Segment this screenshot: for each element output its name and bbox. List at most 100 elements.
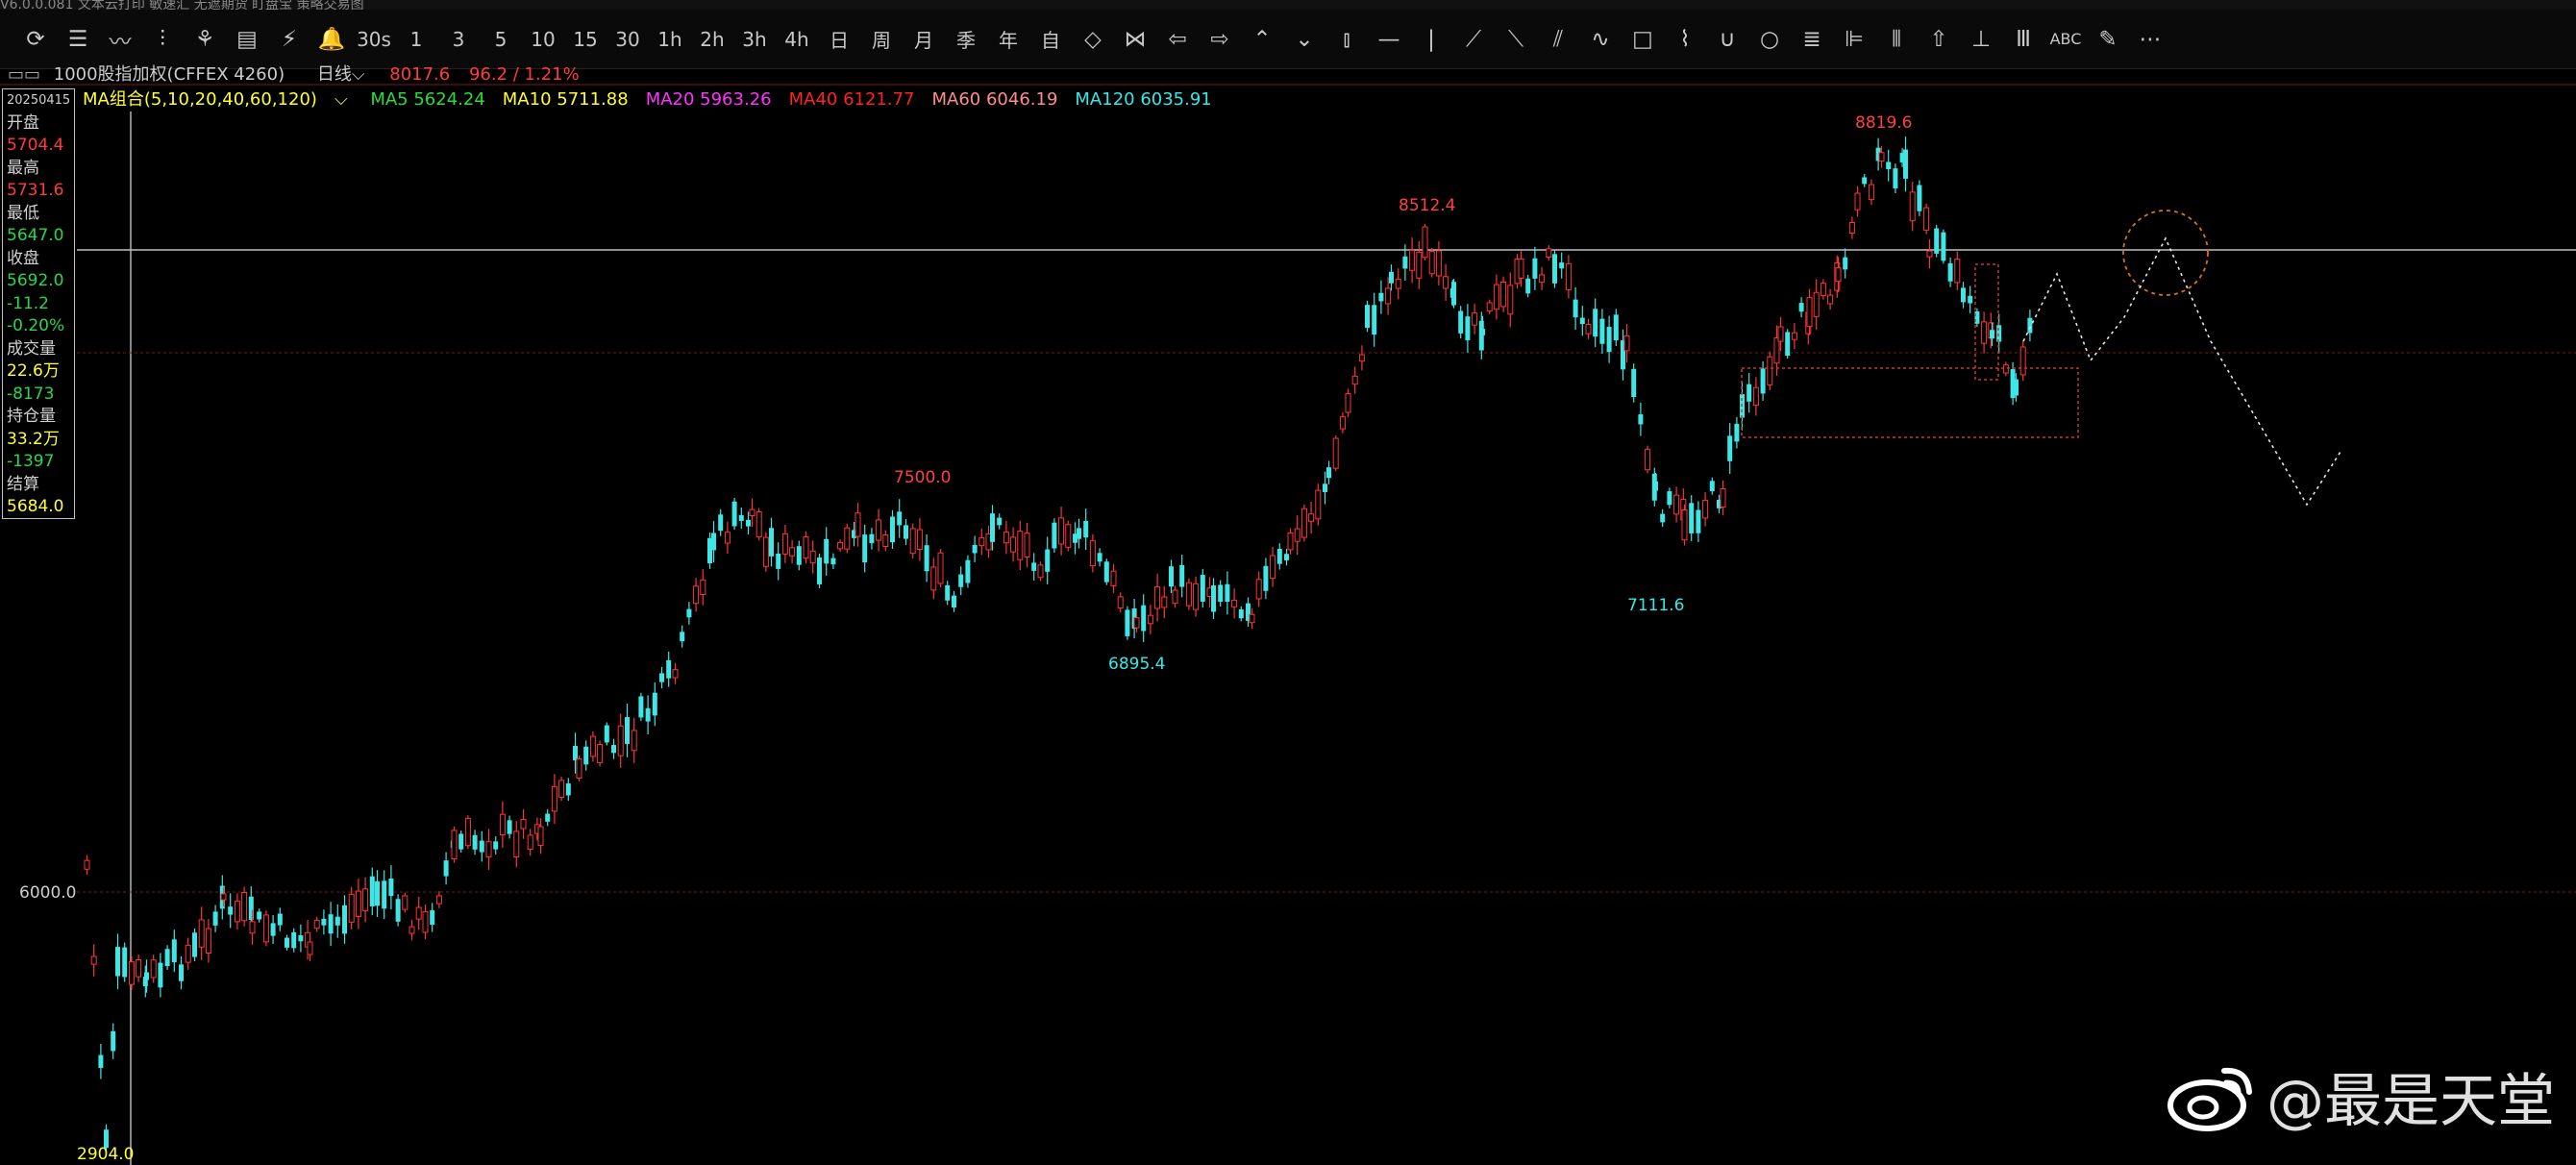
candle-body bbox=[122, 947, 128, 978]
candle-body bbox=[1416, 251, 1423, 279]
candle-body bbox=[1660, 513, 1666, 523]
candle-body bbox=[1172, 589, 1178, 605]
candle-body bbox=[1546, 248, 1552, 259]
candle-body bbox=[291, 931, 297, 949]
candle-body bbox=[1065, 524, 1072, 548]
candle-body bbox=[192, 932, 197, 957]
candle-body bbox=[1820, 283, 1826, 296]
candle-body bbox=[520, 819, 527, 830]
candle-body bbox=[809, 550, 816, 564]
candle-body bbox=[1231, 599, 1238, 607]
candle-body bbox=[1878, 152, 1885, 162]
candle-body bbox=[298, 935, 304, 942]
candle-body bbox=[576, 757, 582, 779]
candle-body bbox=[1323, 483, 1327, 492]
candle-body bbox=[631, 730, 637, 752]
candle-body bbox=[342, 905, 347, 934]
candle-body bbox=[1752, 386, 1759, 407]
candle-body bbox=[435, 895, 442, 905]
candle-body bbox=[1835, 267, 1842, 283]
candle-body bbox=[1868, 184, 1874, 201]
candle-body bbox=[1486, 302, 1493, 312]
candle-body bbox=[1507, 285, 1514, 315]
candle-body bbox=[90, 955, 97, 965]
candle-body bbox=[803, 535, 809, 559]
candle-body bbox=[1458, 310, 1464, 334]
candle-body bbox=[1200, 575, 1205, 602]
candle-body bbox=[1539, 274, 1546, 284]
candle-body bbox=[158, 962, 163, 988]
candle-body bbox=[1500, 281, 1507, 308]
candle-body bbox=[422, 910, 429, 933]
candle-body bbox=[1083, 521, 1089, 538]
candle-body bbox=[1720, 488, 1726, 508]
candle-body bbox=[1941, 232, 1946, 261]
candle-body bbox=[499, 813, 506, 835]
candle-body bbox=[395, 899, 401, 922]
candle-body bbox=[1125, 609, 1130, 636]
candle-body bbox=[924, 545, 929, 572]
candle-body bbox=[1284, 554, 1289, 560]
candle-body bbox=[1435, 250, 1442, 277]
candle-body bbox=[415, 906, 422, 920]
candle-body bbox=[321, 918, 327, 926]
candle-body bbox=[537, 826, 544, 847]
projection-path[interactable] bbox=[2022, 236, 2341, 507]
candle-body bbox=[1345, 393, 1351, 413]
candle-body bbox=[241, 892, 248, 922]
candle-body bbox=[1017, 531, 1024, 560]
candle-body bbox=[1378, 292, 1384, 302]
candle-body bbox=[1848, 221, 1855, 235]
candle-body bbox=[1308, 513, 1315, 522]
candle-body bbox=[1909, 191, 1916, 222]
candle-body bbox=[1893, 168, 1898, 188]
candle-body bbox=[680, 632, 685, 642]
candle-body bbox=[362, 888, 369, 911]
candle-body bbox=[1161, 596, 1168, 608]
candle-body bbox=[1154, 585, 1161, 609]
candle-body bbox=[666, 659, 672, 679]
candle-body bbox=[781, 533, 788, 555]
candle-body bbox=[617, 725, 624, 756]
candle-body bbox=[897, 511, 903, 526]
candle-body bbox=[645, 707, 651, 722]
candle-body bbox=[824, 538, 830, 564]
candle-body bbox=[965, 559, 971, 583]
box-drawing[interactable] bbox=[1741, 367, 2079, 438]
candle-body bbox=[844, 527, 851, 550]
candle-body bbox=[1332, 437, 1339, 469]
candle-body bbox=[659, 673, 664, 682]
candle-body bbox=[136, 959, 142, 978]
circle-drawing[interactable] bbox=[2122, 210, 2209, 296]
candle-body bbox=[1465, 316, 1471, 340]
candle-body bbox=[1443, 276, 1449, 289]
candle-body bbox=[84, 859, 90, 870]
candle-body bbox=[1923, 207, 1930, 231]
candle-body bbox=[1990, 330, 1994, 339]
candle-body bbox=[1579, 317, 1585, 325]
candles-group bbox=[84, 136, 2033, 1153]
candle-body bbox=[1117, 596, 1124, 609]
candlestick-chart[interactable]: 6000.0 7500.0 6895.4 8512.4 7111.6 8819.… bbox=[0, 0, 2576, 1165]
candle-body bbox=[589, 735, 596, 757]
candle-body bbox=[1746, 384, 1752, 402]
candle-body bbox=[1351, 375, 1358, 385]
candle-body bbox=[1854, 192, 1861, 211]
candle-body bbox=[1613, 314, 1619, 341]
candle-body bbox=[1037, 564, 1044, 579]
candle-body bbox=[382, 880, 387, 909]
candle-body bbox=[458, 833, 464, 850]
candle-body bbox=[1315, 489, 1322, 520]
candle-body bbox=[1926, 250, 1933, 258]
candle-body bbox=[1133, 617, 1140, 629]
candle-body bbox=[1702, 500, 1709, 519]
candle-body bbox=[313, 920, 320, 930]
candle-body bbox=[1696, 509, 1701, 533]
candle-body bbox=[1402, 256, 1408, 269]
candle-body bbox=[1110, 570, 1117, 586]
candle-body bbox=[558, 780, 565, 798]
watermark-text: @最是天堂 bbox=[2266, 1068, 2555, 1135]
candle-body bbox=[1141, 605, 1147, 632]
candle-body bbox=[1862, 177, 1868, 185]
candle-body bbox=[451, 830, 458, 859]
